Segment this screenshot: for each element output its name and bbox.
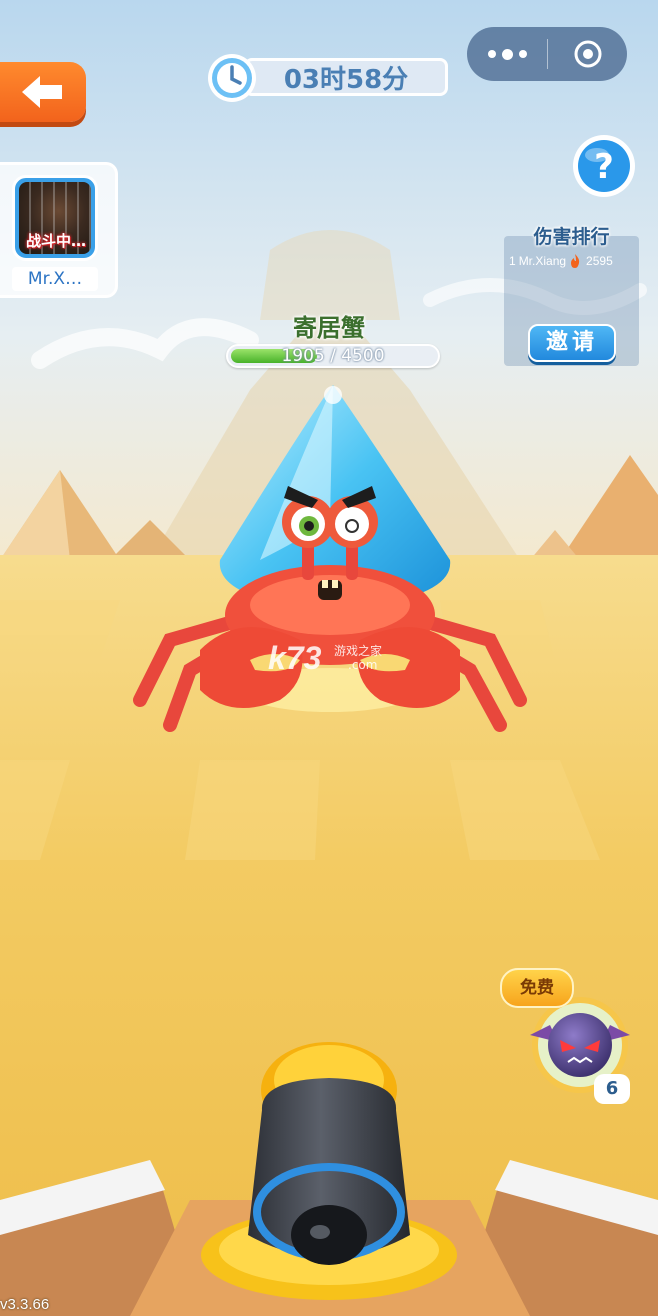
invite-button[interactable]: 邀请: [528, 324, 616, 362]
arrow-left-icon: [22, 76, 62, 108]
timer-text: 03时58分: [244, 58, 448, 96]
damage-ranking-panel: 伤害排行 1 Mr.Xiang 2595 邀请: [504, 226, 641, 366]
battle-status: 战斗中…: [25, 232, 86, 250]
flame-icon: [571, 254, 580, 268]
skill-count-badge: 6: [594, 1074, 630, 1104]
version-label: v3.3.66: [0, 1296, 50, 1313]
boss-hp-bar: 1905 / 4500: [226, 344, 440, 368]
target-close-icon[interactable]: [548, 27, 627, 81]
help-question-icon[interactable]: ?: [571, 133, 637, 199]
mini-program-capsule: [467, 27, 627, 81]
clock-icon: [208, 54, 256, 102]
countdown-timer: 03时58分: [206, 52, 450, 102]
svg-text:?: ?: [594, 147, 614, 187]
boss-name: 寄居蟹: [293, 314, 365, 342]
watermark-sub: 游戏之家: [334, 644, 383, 658]
back-button[interactable]: [0, 62, 86, 122]
rank-player-name: Mr.Xiang: [518, 254, 567, 268]
rank-score: 2595: [586, 254, 613, 268]
watermark-domain: .com: [348, 658, 378, 672]
ranking-row: 1 Mr.Xiang 2595: [509, 252, 641, 270]
free-badge: 免费: [500, 968, 574, 1008]
player-card[interactable]: 战斗中… Mr.X…: [0, 162, 118, 298]
more-dots-icon[interactable]: [467, 27, 547, 81]
avatar: 战斗中…: [12, 175, 98, 261]
player-name: Mr.X…: [12, 267, 98, 291]
boss-hp-text: 1905 / 4500: [281, 346, 385, 366]
watermark-logo: k73: [268, 640, 322, 676]
watermark: k73 游戏之家 .com: [268, 640, 408, 684]
rank-number: 1: [509, 254, 516, 268]
ranking-title: 伤害排行: [533, 226, 610, 248]
